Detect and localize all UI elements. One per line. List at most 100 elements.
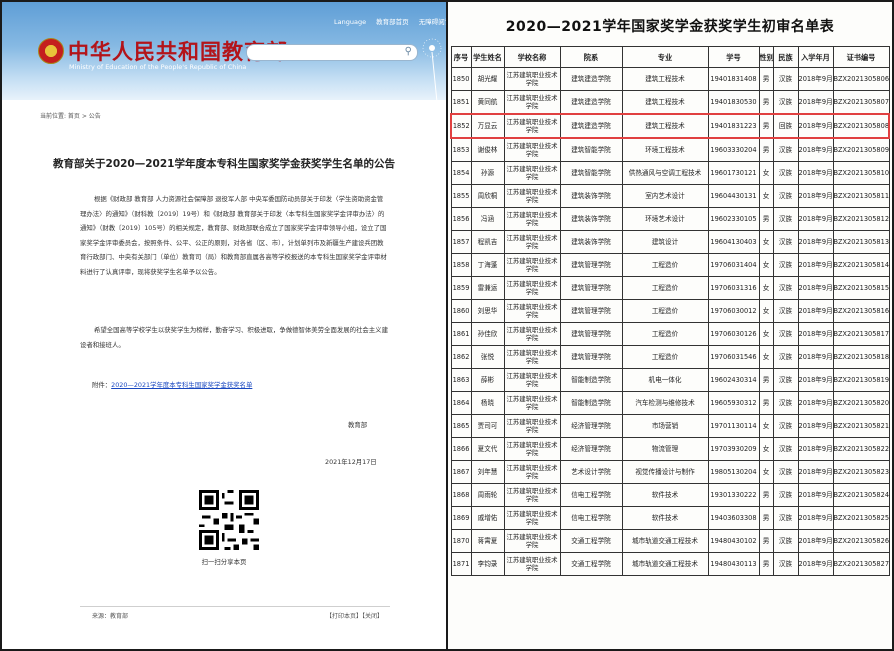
table-cell: 1863 — [450, 368, 472, 392]
column-header: 院系 — [559, 46, 623, 68]
table-cell: 男 — [758, 90, 774, 115]
table-cell: BZX2021305826 — [832, 529, 890, 553]
table-cell: 江苏建筑职业技术学院 — [503, 230, 561, 254]
table-cell: 2018年9月 — [797, 460, 834, 484]
table-cell: 2018年9月 — [797, 90, 834, 115]
table-cell: BZX2021305817 — [832, 322, 890, 346]
table-cell: 江苏建筑职业技术学院 — [503, 552, 561, 576]
table-cell: 19602330105 — [707, 207, 760, 231]
home-link[interactable]: 教育部首页 — [376, 18, 409, 26]
table-row: 1864 杨晓 江苏建筑职业技术学院 智能制造学院 汽车检测与维修技术 196059303… — [450, 391, 890, 415]
table-cell: 2018年9月 — [797, 529, 834, 553]
table-cell: 工程造价 — [621, 345, 709, 369]
table-cell: 女 — [758, 276, 774, 300]
column-header: 入学年月 — [797, 46, 834, 68]
table-cell: 刘思华 — [470, 299, 505, 323]
table-cell: 交通工程学院 — [559, 552, 623, 576]
table-cell: 汉族 — [772, 230, 799, 254]
publish-date: 2021年12月17日 — [325, 458, 377, 466]
table-cell: 工程造价 — [621, 322, 709, 346]
table-cell: 胡光耀 — [470, 67, 505, 91]
table-cell: 江苏建筑职业技术学院 — [503, 161, 561, 185]
table-row: 1863 薛彬 江苏建筑职业技术学院 智能制造学院 机电一体化 19602430314 男汉… — [450, 368, 890, 392]
table-cell: 江苏建筑职业技术学院 — [503, 529, 561, 553]
table-cell: 江苏建筑职业技术学院 — [503, 345, 561, 369]
breadcrumb[interactable]: 当前位置: 首页 > 公告 — [40, 111, 101, 120]
table-cell: 女 — [758, 437, 774, 461]
table-cell: 女 — [758, 230, 774, 254]
table-cell: 女 — [758, 184, 774, 208]
table-cell: 2018年9月 — [797, 113, 834, 139]
table-cell: 江苏建筑职业技术学院 — [503, 391, 561, 415]
table-cell: 2018年9月 — [797, 276, 834, 300]
table-cell: 建筑智能学院 — [559, 161, 623, 185]
table-cell: 19703930209 — [707, 437, 760, 461]
site-subtitle: Ministry of Education of the People's Re… — [69, 63, 247, 71]
table-cell: 黄同航 — [470, 90, 505, 115]
table-cell: BZX2021305824 — [832, 483, 890, 507]
table-row: 1850 胡光耀 江苏建筑职业技术学院 建筑建造学院 建筑工程技术 19401831408… — [450, 67, 890, 91]
table-cell: BZX2021305820 — [832, 391, 890, 415]
table-row: 1871 李钧录 江苏建筑职业技术学院 交通工程学院 城市轨道交通工程技术 1948043… — [450, 552, 890, 576]
table-cell: 19301330222 — [707, 483, 760, 507]
table-cell: 汉族 — [772, 253, 799, 277]
table-cell: 男 — [758, 137, 774, 162]
table-cell: 1855 — [450, 184, 472, 208]
table-row: 1851 黄同航 江苏建筑职业技术学院 建筑建造学院 建筑工程技术 19401830530… — [450, 90, 890, 115]
table-cell: 2018年9月 — [797, 230, 834, 254]
table-cell: 19401830530 — [707, 90, 760, 115]
column-header: 专业 — [621, 46, 709, 68]
table-cell: 1864 — [450, 391, 472, 415]
table-cell: 19805130204 — [707, 460, 760, 484]
table-cell: 19604430131 — [707, 184, 760, 208]
table-cell: 1862 — [450, 345, 472, 369]
attachment-link[interactable]: 2020—2021学年度本专科生国家奖学金获奖名单 — [111, 381, 252, 389]
language-link[interactable]: Language — [334, 18, 366, 26]
table-cell: 汉族 — [772, 322, 799, 346]
table-cell: 汉族 — [772, 506, 799, 530]
table-cell: 程凯吉 — [470, 230, 505, 254]
table-cell: 汉族 — [772, 483, 799, 507]
table-cell: 1870 — [450, 529, 472, 553]
table-cell: 建筑管理学院 — [559, 299, 623, 323]
table-cell: 2018年9月 — [797, 161, 834, 185]
table-cell: 杨晓 — [470, 391, 505, 415]
column-header: 学号 — [707, 46, 760, 68]
table-cell: 江苏建筑职业技术学院 — [503, 368, 561, 392]
table-cell: 软件技术 — [621, 483, 709, 507]
table-cell: 1858 — [450, 253, 472, 277]
table-cell: 孙源 — [470, 161, 505, 185]
search-icon[interactable]: ⚲ — [405, 46, 412, 57]
table-row: 1865 贾司可 江苏建筑职业技术学院 经济管理学院 市场营销 19701130114 女汉… — [450, 414, 890, 438]
table-cell: 汉族 — [772, 161, 799, 185]
print-close-buttons[interactable]: 【打印本页】【关闭】 — [326, 611, 383, 620]
table-cell: 男 — [758, 552, 774, 576]
column-header: 学生姓名 — [470, 46, 505, 68]
attachment: 附件：2020—2021学年度本专科生国家奖学金获奖名单 — [92, 380, 252, 389]
table-cell: BZX2021305821 — [832, 414, 890, 438]
table-cell: 2018年9月 — [797, 299, 834, 323]
table-cell: 谢俊林 — [470, 137, 505, 162]
table-cell: 建筑智能学院 — [559, 137, 623, 162]
table-cell: 汉族 — [772, 184, 799, 208]
moe-announcement-page: 中华人民共和国教育部 Ministry of Education of the … — [2, 2, 446, 649]
signature: 教育部 — [348, 421, 368, 429]
qr-code-icon[interactable] — [199, 490, 259, 550]
table-cell: 江苏建筑职业技术学院 — [503, 207, 561, 231]
table-cell: 1871 — [450, 552, 472, 576]
table-cell: 汉族 — [772, 299, 799, 323]
table-row: 1861 孙佳欣 江苏建筑职业技术学院 建筑管理学院 工程造价 19706030126 女汉… — [450, 322, 890, 346]
table-header-row: 序号 学生姓名 学校名称 院系 专业 学号 性别 民族 入学年月 证书编号 — [450, 46, 890, 68]
table-cell: 江苏建筑职业技术学院 — [503, 437, 561, 461]
table-cell: 男 — [758, 207, 774, 231]
table-cell: 男 — [758, 529, 774, 553]
table-cell: 建筑装饰学院 — [559, 184, 623, 208]
table-cell: BZX2021305810 — [832, 161, 890, 185]
site-search-input[interactable]: ⚲ — [246, 44, 418, 61]
table-cell: 回族 — [772, 113, 799, 139]
table-cell: 建筑工程技术 — [621, 90, 709, 115]
table-cell: 江苏建筑职业技术学院 — [503, 322, 561, 346]
table-cell: 1850 — [450, 67, 472, 91]
table-cell: 供热通风与空调工程技术 — [621, 161, 709, 185]
table-cell: BZX2021305808 — [832, 113, 890, 139]
